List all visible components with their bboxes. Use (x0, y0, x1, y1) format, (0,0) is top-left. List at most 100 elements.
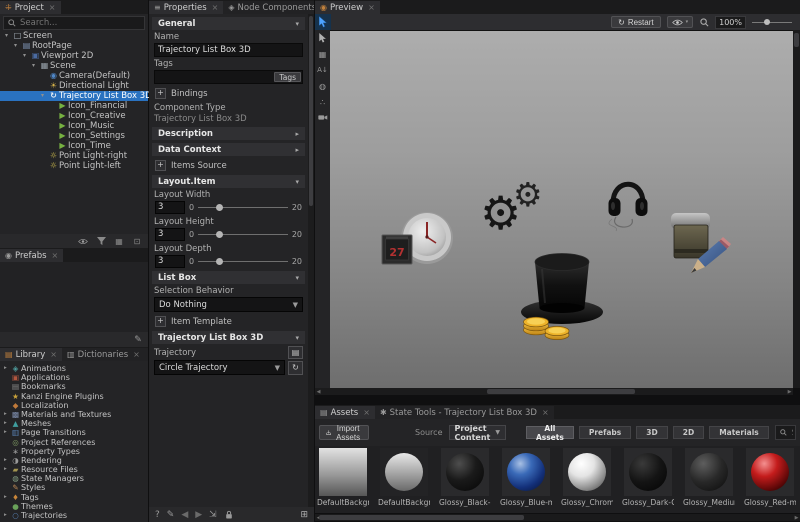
assets-filter-button[interactable]: 3D (636, 426, 668, 439)
tab-dictionaries[interactable]: ▥ Dictionaries × (62, 348, 145, 361)
assets-search-box[interactable] (774, 425, 796, 440)
asset-item[interactable]: Glossy_Medium-... (683, 448, 735, 513)
restart-button[interactable]: ↻ Restart (611, 16, 661, 28)
tree-item[interactable]: ▾ Point Light-right (0, 151, 148, 161)
edit-wand-icon[interactable]: ✎ (133, 335, 143, 345)
asset-item[interactable]: DefaultBackgrou... (378, 448, 430, 513)
library-item[interactable]: ▸ Bookmarks (0, 382, 148, 391)
library-item[interactable]: ▸ Applications (0, 373, 148, 382)
tree-item[interactable]: ▾ Camera(Default) (0, 71, 148, 81)
preview-horizontal-scrollbar[interactable]: ◀ ▶ (315, 388, 793, 395)
tab-preview[interactable]: ◉ Preview × (315, 1, 380, 14)
interact-cursor-button[interactable] (315, 14, 331, 30)
filter-funnel-icon[interactable] (96, 236, 106, 246)
project-search-box[interactable] (3, 16, 145, 30)
asset-item[interactable]: Glossy_Red-mate... (744, 448, 796, 513)
show-hidden-eye-icon[interactable] (78, 236, 88, 246)
library-item[interactable]: ▸ Page Transitions (0, 428, 148, 437)
trajectory-dropdown[interactable]: Circle Trajectory ▼ (154, 360, 285, 375)
slider-thumb[interactable] (764, 19, 770, 25)
tab-project[interactable]: ⁜ Project × (0, 1, 61, 14)
asset-thumbnail[interactable] (380, 448, 428, 496)
asset-thumbnail[interactable] (319, 448, 367, 496)
assets-filter-button[interactable]: All Assets (525, 424, 574, 442)
bindings-row[interactable]: + Bindings (155, 88, 302, 99)
back-arrow-icon[interactable]: ◀ (181, 510, 188, 520)
tab-pages[interactable]: ⌂ Pages × (144, 348, 148, 361)
object-satchel-pencil[interactable] (671, 213, 731, 273)
plus-icon[interactable]: + (155, 160, 166, 171)
scroll-left-arrow[interactable]: ◀ (315, 388, 322, 395)
close-icon[interactable]: × (363, 408, 370, 417)
select-cursor-icon[interactable] (318, 33, 327, 43)
resource-list-icon[interactable]: ▤ (288, 346, 303, 359)
help-icon[interactable]: ? (155, 510, 160, 520)
expand-arrow-icon[interactable]: ▾ (14, 41, 21, 51)
layout-width-value[interactable]: 3 (155, 200, 185, 214)
object-top-hat[interactable] (521, 253, 603, 325)
scroll-right-arrow[interactable]: ▶ (793, 514, 800, 521)
tags-field[interactable]: Tags (154, 70, 303, 84)
asset-thumbnail[interactable] (441, 448, 489, 496)
layout-height-value[interactable]: 3 (155, 227, 185, 241)
lock-icon[interactable] (224, 510, 234, 520)
properties-scrollbar[interactable] (308, 14, 314, 507)
asset-thumbnail[interactable] (746, 448, 794, 496)
library-item[interactable]: ▸ Resource Files (0, 465, 148, 474)
object-headphones[interactable] (608, 181, 648, 232)
expand-all-icon[interactable]: ⇲ (209, 510, 217, 520)
pin-icon[interactable]: ✎ (167, 510, 175, 520)
revert-icon[interactable]: ↻ (288, 360, 303, 375)
object-clock-calendar[interactable]: 27 (381, 212, 453, 265)
library-item[interactable]: ▸ Themes (0, 502, 148, 511)
scrollbar-thumb[interactable] (794, 33, 799, 47)
scrollbar-thumb[interactable] (319, 515, 524, 520)
library-item[interactable]: ▸ Animations (0, 364, 148, 373)
library-item[interactable]: ▸ Meshes (0, 419, 148, 428)
library-item[interactable]: ▸ Rendering (0, 456, 148, 465)
library-item[interactable]: ▸ Trajectories (0, 511, 148, 520)
assets-horizontal-scrollbar[interactable]: ◀ ▶ (315, 514, 800, 521)
asset-thumbnail[interactable] (563, 448, 611, 496)
close-icon[interactable]: × (50, 350, 57, 359)
close-icon[interactable]: × (542, 408, 549, 417)
assets-filter-button[interactable]: Prefabs (578, 426, 632, 439)
section-layout-item[interactable]: Layout.Item ▾ (152, 175, 305, 188)
tree-item[interactable]: ▾ Icon_Creative (0, 111, 148, 121)
section-trajectory-list-box-3d[interactable]: Trajectory List Box 3D ▾ (152, 331, 305, 344)
source-dropdown[interactable]: Project Content ▼ (448, 424, 506, 442)
tab-prefabs[interactable]: ◉ Prefabs × (0, 249, 64, 262)
layout-height-slider[interactable] (198, 230, 288, 238)
tree-item[interactable]: ▾ Icon_Time (0, 141, 148, 151)
import-assets-button[interactable]: Import Assets (319, 424, 370, 442)
close-icon[interactable]: × (368, 3, 375, 12)
selection-behavior-dropdown[interactable]: Do Nothing ▼ (154, 297, 303, 312)
assets-filter-button[interactable]: Materials (709, 426, 769, 439)
section-list-box[interactable]: List Box ▾ (152, 271, 305, 284)
close-icon[interactable]: × (52, 251, 59, 260)
section-general[interactable]: General ▾ (152, 17, 305, 30)
scrollbar-thumb[interactable] (487, 389, 635, 394)
name-field[interactable] (154, 43, 303, 57)
tab-state-tools[interactable]: ✱ State Tools - Trajectory List Box 3D × (374, 406, 554, 419)
item-template-row[interactable]: + Item Template (155, 316, 302, 327)
forward-arrow-icon[interactable]: ▶ (195, 510, 202, 520)
scrollbar-thumb[interactable] (309, 16, 313, 206)
zoom-level-value[interactable]: 100% (715, 15, 746, 29)
tree-item[interactable]: ▾ Scene (0, 61, 148, 71)
grid-view-icon[interactable]: ▦ (114, 236, 124, 246)
text-tool-icon[interactable]: A↓ (317, 66, 328, 75)
asset-item[interactable]: Glossy_Black-ma... (439, 448, 491, 513)
close-icon[interactable]: × (133, 350, 140, 359)
tree-item[interactable]: ▾ Point Light-left (0, 161, 148, 171)
tab-node-components[interactable]: ◈ Node Components × (223, 1, 314, 14)
assets-filter-button[interactable]: 2D (672, 426, 705, 439)
tree-item[interactable]: ▾ RootPage (0, 41, 148, 51)
zoom-slider[interactable] (752, 19, 792, 25)
library-item[interactable]: ▸ Styles (0, 483, 148, 492)
plus-icon[interactable]: + (155, 316, 166, 327)
section-data-context[interactable]: Data Context ▸ (152, 143, 305, 156)
camera-icon[interactable] (317, 114, 328, 121)
layout-depth-value[interactable]: 3 (155, 254, 185, 268)
expand-arrow-icon[interactable]: ▾ (32, 61, 39, 71)
